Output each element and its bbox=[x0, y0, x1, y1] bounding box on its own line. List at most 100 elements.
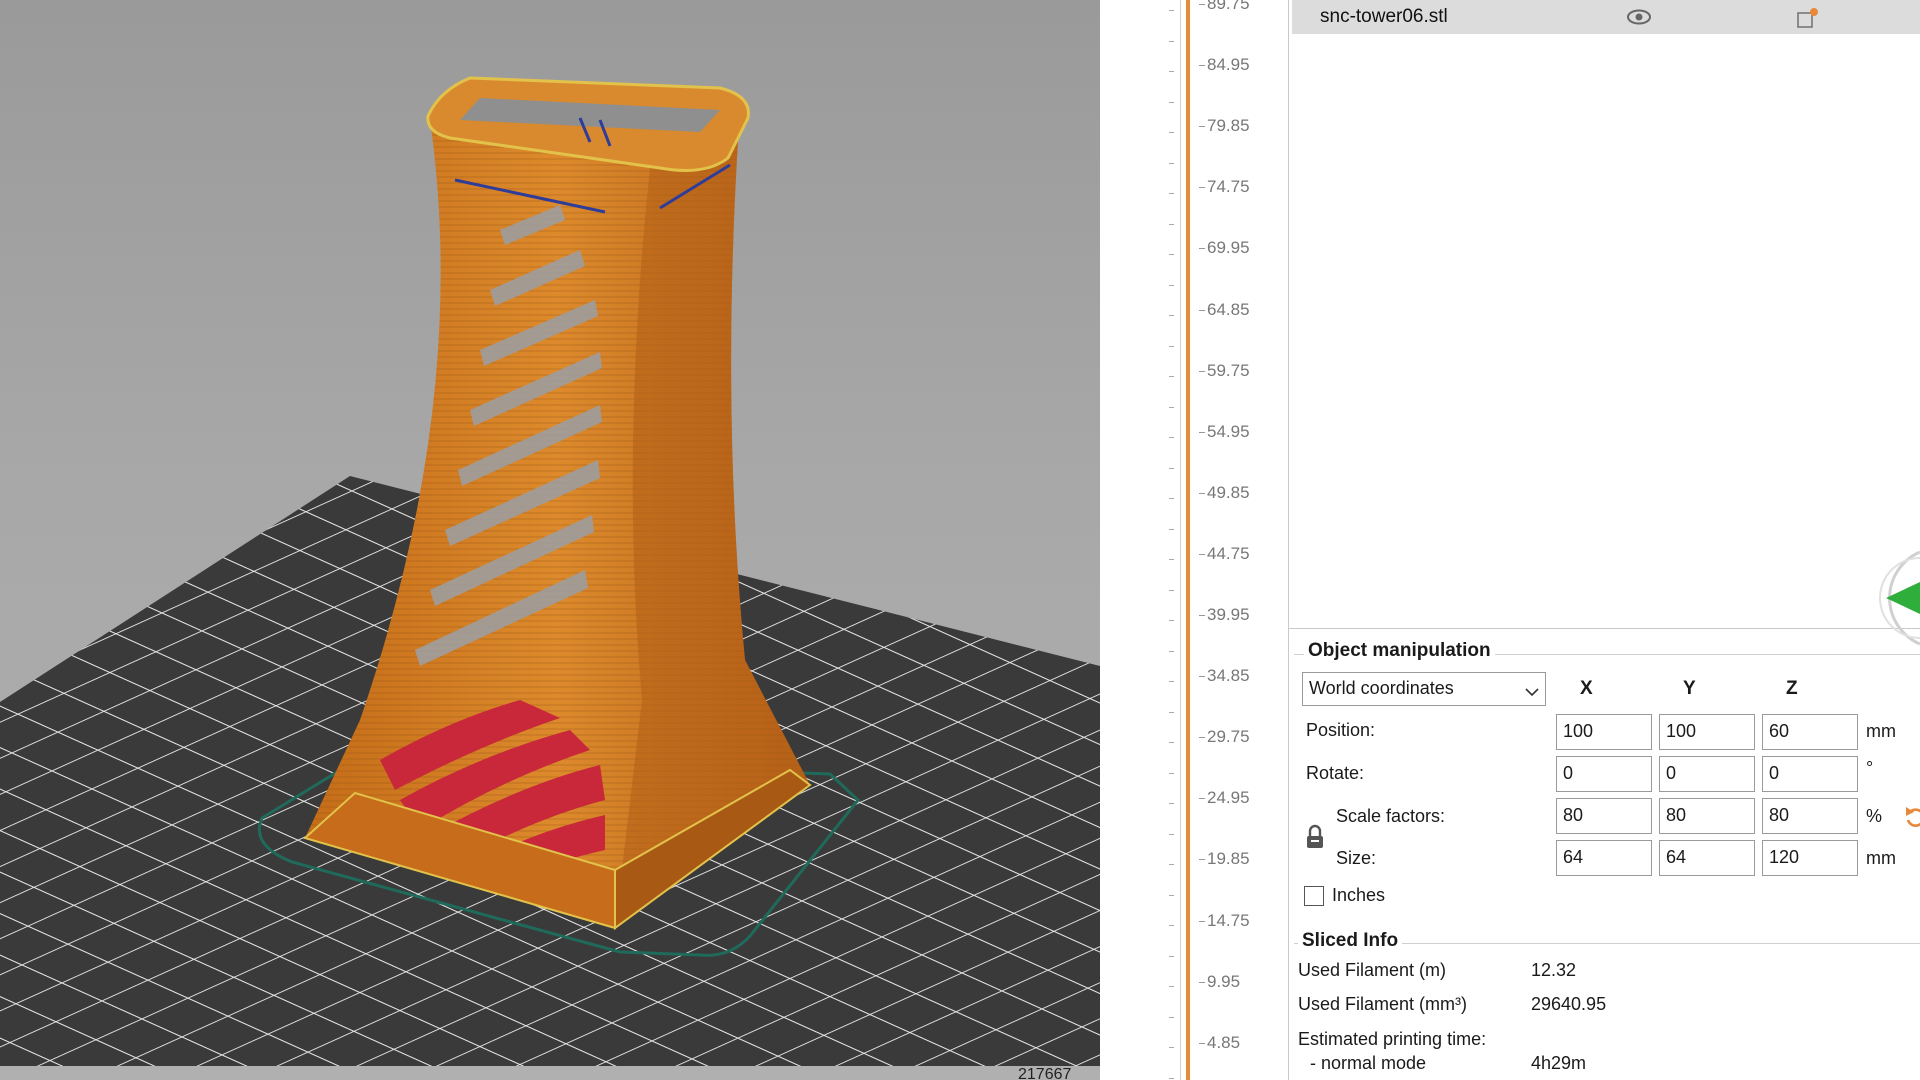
layer-tick-label: 9.95 bbox=[1198, 971, 1241, 991]
rotate-z-field[interactable]: 0 bbox=[1762, 756, 1858, 792]
layer-tick-mark bbox=[1169, 986, 1174, 987]
used-filament-m-label: Used Filament (m) bbox=[1298, 960, 1447, 980]
layer-tick-mark bbox=[1169, 955, 1174, 957]
size-unit: mm bbox=[1866, 848, 1896, 868]
layer-tick-mark bbox=[1169, 864, 1174, 865]
layer-tick-label: 39.95 bbox=[1199, 605, 1250, 624]
scale-z-field[interactable]: 80 bbox=[1762, 798, 1858, 834]
rotate-unit: ° bbox=[1866, 758, 1874, 778]
layer-tick-mark bbox=[1169, 40, 1174, 42]
layer-tick-label: 54.95 bbox=[1199, 421, 1250, 441]
layer-tick-mark bbox=[1169, 650, 1174, 652]
rotate-x-field[interactable]: 0 bbox=[1556, 756, 1652, 792]
position-label: Position: bbox=[1306, 720, 1376, 740]
layer-tick-label: 64.85 bbox=[1199, 299, 1250, 319]
layer-tick-mark bbox=[1169, 925, 1174, 926]
layer-tick-label: 24.95 bbox=[1199, 788, 1250, 808]
layer-tick-mark bbox=[1169, 1016, 1174, 1018]
layer-tick-mark bbox=[1169, 345, 1174, 347]
layer-tick-mark bbox=[1169, 772, 1174, 774]
position-y-field[interactable]: 100 bbox=[1659, 714, 1755, 750]
coordinate-system-select[interactable]: World coordinates bbox=[1302, 672, 1546, 706]
size-label: Size: bbox=[1336, 848, 1377, 868]
layer-tick-mark bbox=[1169, 376, 1174, 377]
scale-unit: % bbox=[1866, 806, 1883, 826]
sliced-info-title: Sliced Info bbox=[1298, 930, 1403, 952]
layer-tick-mark bbox=[1169, 193, 1174, 194]
layer-tick-mark bbox=[1169, 223, 1174, 225]
layer-tick-label: 89.75 bbox=[1199, 0, 1250, 14]
layer-tick-label: 29.75 bbox=[1199, 727, 1250, 747]
layer-tick-label: 34.85 bbox=[1199, 666, 1250, 686]
coordinate-system-value: World coordinates bbox=[1309, 678, 1454, 698]
layer-tick-mark bbox=[1169, 10, 1174, 11]
layer-tick-mark bbox=[1169, 498, 1174, 499]
size-z-field[interactable]: 120 bbox=[1762, 840, 1858, 876]
used-filament-mm3-label: Used Filament (mm³) bbox=[1298, 994, 1468, 1014]
triangle-count: 217667 bbox=[1018, 1066, 1072, 1080]
object-manipulation-title: Object manipulation bbox=[1304, 640, 1495, 662]
layer-tick-label: 84.95 bbox=[1199, 55, 1250, 75]
layer-tick-mark bbox=[1169, 681, 1174, 682]
position-x-field[interactable]: 100 bbox=[1556, 714, 1652, 750]
layer-tick-mark bbox=[1169, 71, 1174, 72]
position-z-field[interactable]: 60 bbox=[1762, 714, 1858, 750]
build-plate-scene bbox=[0, 76, 1100, 1066]
layer-tick-mark bbox=[1169, 162, 1174, 164]
rotate-label: Rotate: bbox=[1306, 763, 1365, 783]
layer-tick-mark bbox=[1169, 894, 1174, 896]
scale-y-field[interactable]: 80 bbox=[1659, 798, 1755, 834]
layer-tick-mark bbox=[1169, 803, 1174, 804]
layer-tick-mark bbox=[1169, 589, 1174, 591]
inches-checkbox[interactable] bbox=[1304, 886, 1324, 906]
axis-y-header: Y bbox=[1683, 678, 1696, 699]
size-x-field[interactable]: 64 bbox=[1556, 840, 1652, 876]
viewport-gap bbox=[1100, 0, 1160, 1080]
layer-tick-mark bbox=[1169, 1077, 1174, 1079]
layer-tick-mark bbox=[1169, 315, 1174, 316]
chevron-down-icon bbox=[1525, 681, 1539, 702]
axis-x-header: X bbox=[1580, 678, 1593, 699]
3d-viewport[interactable]: 217667 bbox=[0, 0, 1100, 1080]
layer-tick-mark bbox=[1169, 406, 1174, 408]
layer-tick-label: 74.75 bbox=[1199, 177, 1250, 197]
layer-slider-rail bbox=[1180, 0, 1181, 1080]
scale-factors-label: Scale factors: bbox=[1336, 806, 1446, 826]
layer-tick-label: 69.95 bbox=[1199, 238, 1250, 258]
layer-slider-track[interactable] bbox=[1186, 0, 1190, 1080]
position-unit: mm bbox=[1866, 721, 1896, 741]
axis-z-header: Z bbox=[1786, 678, 1798, 699]
eye-icon[interactable] bbox=[1626, 8, 1652, 31]
layer-tick-label: 59.75 bbox=[1199, 360, 1250, 380]
settings-icon[interactable] bbox=[1796, 7, 1820, 34]
rotate-y-field[interactable]: 0 bbox=[1659, 756, 1755, 792]
estimated-time-label: Estimated printing time: bbox=[1298, 1029, 1487, 1049]
layer-tick-mark bbox=[1169, 742, 1174, 743]
layer-tick-mark bbox=[1169, 559, 1174, 560]
normal-mode-label: - normal mode bbox=[1310, 1053, 1427, 1073]
arrow-right-icon[interactable] bbox=[1862, 548, 1920, 653]
layer-tick-mark bbox=[1169, 101, 1174, 103]
lock-icon[interactable] bbox=[1304, 824, 1326, 855]
layer-tick-mark bbox=[1169, 620, 1174, 621]
layer-tick-mark bbox=[1169, 254, 1174, 255]
layer-tick-label: 44.75 bbox=[1199, 543, 1250, 563]
used-filament-m-value: 12.32 bbox=[1531, 960, 1577, 980]
layer-tick-mark bbox=[1169, 833, 1174, 835]
layer-tick-label: 49.85 bbox=[1199, 482, 1250, 502]
layer-tick-mark bbox=[1169, 132, 1174, 133]
object-list[interactable] bbox=[1288, 0, 1920, 629]
layer-tick-label: 4.85 bbox=[1198, 1032, 1241, 1052]
inches-label: Inches bbox=[1332, 885, 1386, 905]
normal-mode-time: 4h29m bbox=[1531, 1053, 1587, 1073]
size-y-field[interactable]: 64 bbox=[1659, 840, 1755, 876]
layer-tick-mark bbox=[1169, 467, 1174, 469]
object-name[interactable]: snc-tower06.stl bbox=[1320, 6, 1448, 28]
reset-icon[interactable] bbox=[1904, 804, 1920, 835]
layer-tick-label: 79.85 bbox=[1199, 116, 1250, 136]
used-filament-mm3-value: 29640.95 bbox=[1531, 994, 1607, 1014]
scale-x-field[interactable]: 80 bbox=[1556, 798, 1652, 834]
layer-tick-mark bbox=[1169, 528, 1174, 530]
layer-tick-mark bbox=[1169, 711, 1174, 713]
layer-tick-mark bbox=[1169, 284, 1174, 286]
